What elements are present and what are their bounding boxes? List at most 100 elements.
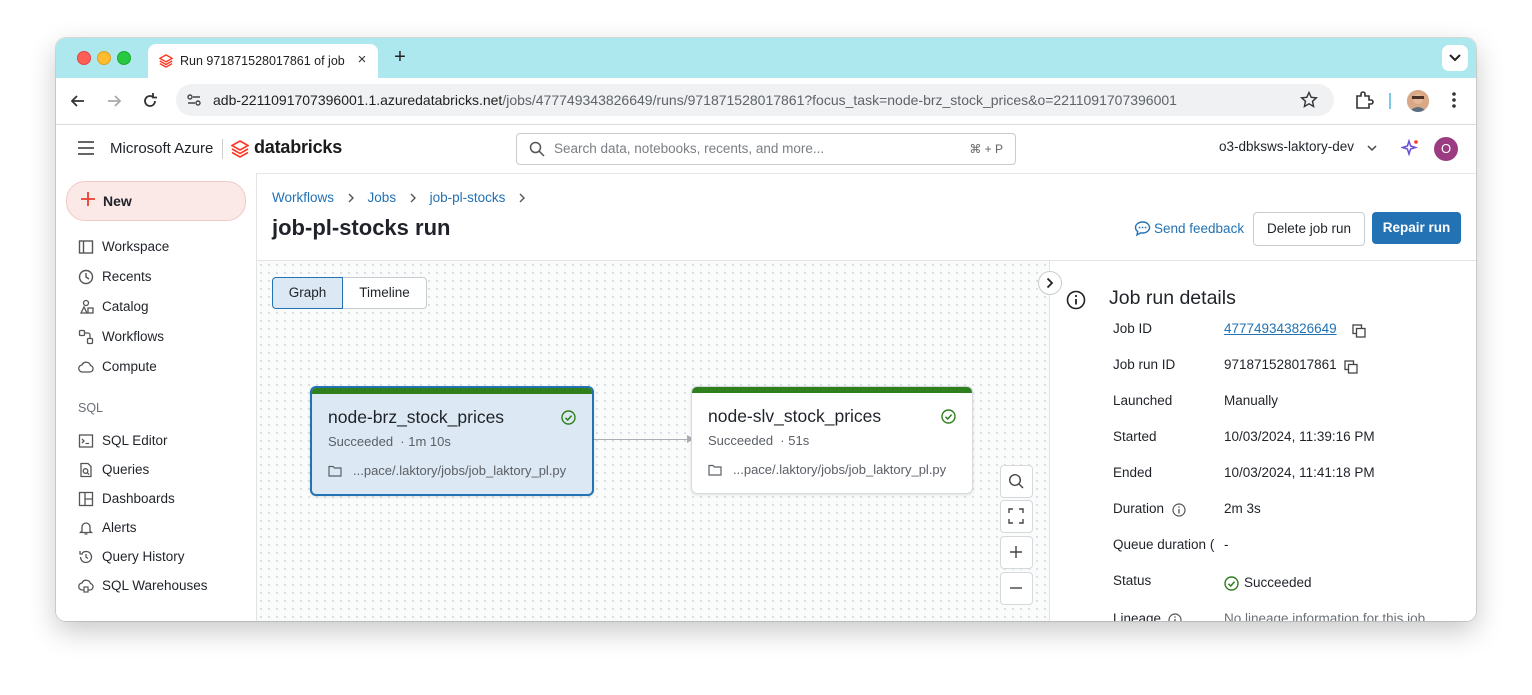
- queries-icon: [80, 462, 92, 478]
- browser-menu-icon[interactable]: [1446, 90, 1462, 110]
- task-node-brz-stock-prices[interactable]: node-brz_stock_prices Succeeded · 1m 10s…: [310, 386, 594, 496]
- sidebar-item-dashboards[interactable]: Dashboards: [70, 486, 250, 512]
- task-node-slv-stock-prices[interactable]: node-slv_stock_prices Succeeded · 51s ..…: [691, 386, 973, 494]
- forward-arrow-icon[interactable]: [104, 91, 124, 111]
- breadcrumb-jobs[interactable]: Jobs: [368, 190, 397, 205]
- value-launched: Manually: [1224, 393, 1279, 408]
- label-duration: Duration: [1113, 501, 1165, 516]
- extensions-puzzle-icon[interactable]: [1354, 90, 1374, 110]
- fit-view-button[interactable]: [1000, 500, 1033, 533]
- folder-icon: [328, 465, 342, 477]
- copy-icon[interactable]: [1344, 360, 1358, 374]
- workflows-icon: [78, 329, 94, 345]
- address-bar[interactable]: adb-2211091707396001.1.azuredatabricks.n…: [176, 84, 1334, 116]
- search-shortcut: ⌘ + P: [969, 142, 1003, 156]
- profile-photo-icon: [1407, 90, 1429, 112]
- value-ended: 10/03/2024, 11:41:18 PM: [1224, 465, 1375, 480]
- label-job-id: Job ID: [1113, 321, 1153, 336]
- collapse-panel-button[interactable]: [1038, 271, 1062, 295]
- info-icon[interactable]: [1168, 613, 1182, 621]
- close-window-button[interactable]: [77, 51, 91, 65]
- chevron-down-icon[interactable]: [1367, 144, 1377, 152]
- value-started: 10/03/2024, 11:39:16 PM: [1224, 429, 1375, 444]
- value-duration: 2m 3s: [1224, 501, 1261, 516]
- bell-icon: [78, 522, 94, 535]
- label-ended: Ended: [1113, 465, 1153, 480]
- main-content: Workflows Jobs job-pl-stocks job-pl-stoc…: [257, 173, 1476, 621]
- search-icon: [1008, 473, 1024, 489]
- sidebar-item-compute[interactable]: Compute: [70, 354, 250, 380]
- toolbar-divider: [1389, 93, 1391, 109]
- graph-canvas[interactable]: Graph Timeline node-brz_stock_prices Suc…: [257, 260, 1049, 621]
- new-button[interactable]: New: [66, 181, 246, 221]
- browser-toolbar: adb-2211091707396001.1.azuredatabricks.n…: [56, 78, 1476, 125]
- back-arrow-icon[interactable]: [68, 91, 88, 111]
- hamburger-menu-icon[interactable]: [78, 141, 94, 155]
- sidebar-item-workflows[interactable]: Workflows: [70, 324, 250, 350]
- speech-bubble-icon: [1134, 221, 1151, 237]
- site-settings-icon[interactable]: [186, 92, 202, 108]
- delete-job-run-button[interactable]: Delete job run: [1253, 212, 1365, 246]
- sidebar-item-recents[interactable]: Recents: [70, 264, 250, 290]
- chevron-right-icon: [1046, 277, 1054, 289]
- assistant-sparkle-icon[interactable]: [1401, 139, 1419, 157]
- minimize-window-button[interactable]: [97, 51, 111, 65]
- breadcrumb-workflows[interactable]: Workflows: [272, 190, 334, 205]
- url-text: adb-2211091707396001.1.azuredatabricks.n…: [213, 92, 1177, 108]
- bookmark-star-icon[interactable]: [1300, 91, 1318, 109]
- label-status: Status: [1113, 573, 1152, 588]
- node-status: Succeeded · 51s: [708, 433, 810, 448]
- zoom-search-button[interactable]: [1000, 465, 1033, 498]
- node-name: node-slv_stock_prices: [708, 406, 882, 426]
- sidebar-item-catalog[interactable]: Catalog: [70, 294, 250, 320]
- tab-strip: Run 971871528017861 of job × +: [56, 38, 1476, 78]
- reload-icon[interactable]: [140, 91, 160, 111]
- sidebar-item-query-history[interactable]: Query History: [70, 544, 250, 570]
- catalog-icon: [79, 299, 94, 314]
- repair-run-button[interactable]: Repair run: [1372, 212, 1461, 244]
- cloud-icon: [78, 361, 94, 373]
- zoom-out-button[interactable]: [1000, 572, 1033, 605]
- global-search-input[interactable]: Search data, notebooks, recents, and mor…: [516, 133, 1016, 165]
- chevron-down-icon: [1449, 54, 1461, 62]
- copy-icon[interactable]: [1352, 324, 1366, 338]
- breadcrumb-job-pl-stocks[interactable]: job-pl-stocks: [430, 190, 506, 205]
- tab-close-icon[interactable]: ×: [354, 52, 370, 68]
- sidebar-item-sql-warehouses[interactable]: SQL Warehouses: [70, 573, 250, 599]
- databricks-wordmark[interactable]: databricks: [254, 137, 342, 158]
- new-tab-button[interactable]: +: [390, 47, 410, 67]
- job-id-link[interactable]: 477749343826649: [1224, 321, 1337, 336]
- dashboards-icon: [78, 491, 94, 507]
- task-dependency-edge: [594, 439, 690, 440]
- sidebar-item-alerts[interactable]: Alerts: [70, 515, 250, 541]
- profile-avatar[interactable]: [1407, 90, 1429, 112]
- browser-tab[interactable]: Run 971871528017861 of job ×: [148, 44, 378, 78]
- label-lineage: Lineage: [1113, 611, 1162, 621]
- tab-timeline[interactable]: Timeline: [342, 277, 427, 309]
- maximize-window-button[interactable]: [117, 51, 131, 65]
- databricks-logo-icon[interactable]: [231, 140, 249, 158]
- microsoft-azure-label: Microsoft Azure: [110, 140, 214, 157]
- workspace-icon: [78, 240, 94, 254]
- node-status-bar: [692, 387, 972, 393]
- tab-graph[interactable]: Graph: [272, 277, 343, 309]
- sql-section-label: SQL: [78, 401, 104, 415]
- sidebar-item-workspace[interactable]: Workspace: [70, 234, 250, 260]
- browser-window: Run 971871528017861 of job × + adb-22110…: [56, 38, 1476, 621]
- sidebar-item-queries[interactable]: Queries: [70, 457, 250, 483]
- zoom-in-button[interactable]: [1000, 536, 1033, 569]
- info-icon[interactable]: [1172, 503, 1186, 517]
- search-placeholder: Search data, notebooks, recents, and mor…: [554, 141, 825, 156]
- value-job-run-id: 971871528017861: [1224, 357, 1337, 372]
- details-title: Job run details: [1109, 287, 1236, 309]
- workspace-selector[interactable]: o3-dbksws-laktory-dev: [1219, 139, 1354, 154]
- user-avatar[interactable]: O: [1434, 137, 1458, 161]
- breadcrumb: Workflows Jobs job-pl-stocks: [272, 190, 535, 205]
- databricks-app: Microsoft Azure databricks Search data, …: [56, 125, 1476, 621]
- sidebar-item-sql-editor[interactable]: SQL Editor: [70, 428, 250, 454]
- value-lineage: No lineage information for this job: [1224, 611, 1426, 621]
- tab-title: Run 971871528017861 of job: [180, 54, 345, 68]
- tab-search-button[interactable]: [1442, 45, 1468, 71]
- warehouse-icon: [78, 579, 94, 593]
- label-started: Started: [1113, 429, 1157, 444]
